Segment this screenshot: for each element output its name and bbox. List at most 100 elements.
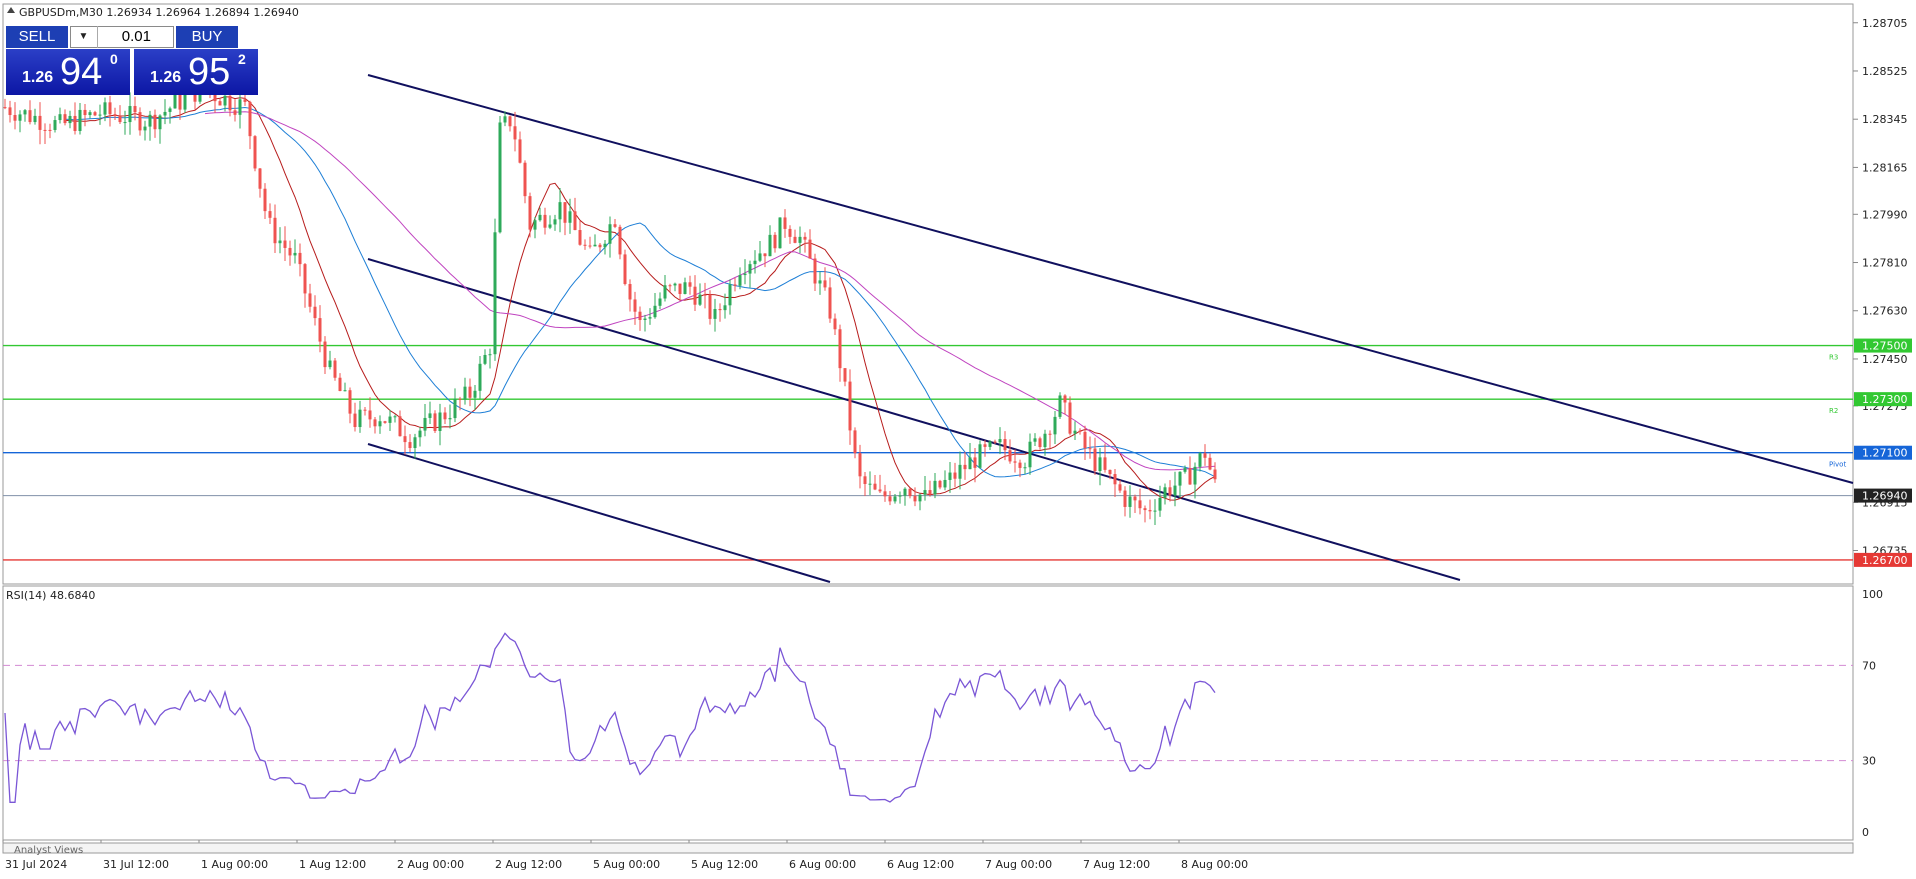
- candle-body: [363, 409, 367, 411]
- candle-body: [313, 306, 317, 319]
- one-click-trading-panel: SELL 0.01 ▼ BUY 1.26 94 0 1.26 95 2: [6, 26, 258, 98]
- candle-body: [1038, 438, 1042, 448]
- candle-body: [48, 129, 52, 131]
- candle-body: [848, 381, 852, 431]
- candle-body: [698, 294, 702, 305]
- candle-body: [373, 419, 377, 427]
- buy-price-sup: 2: [238, 51, 246, 67]
- buy-button[interactable]: BUY: [176, 26, 238, 48]
- candle-body: [83, 109, 87, 116]
- candle-body: [103, 102, 107, 115]
- candle-body: [153, 114, 157, 130]
- candle-body: [1013, 461, 1017, 463]
- analyst-views-label: Analyst Views: [14, 845, 83, 856]
- candle-body: [1058, 395, 1062, 417]
- candle-body: [738, 275, 742, 286]
- candle-body: [238, 99, 242, 115]
- candle-body: [243, 99, 247, 102]
- level-small-label: R3: [1829, 354, 1838, 362]
- candle-body: [993, 441, 997, 443]
- candle-body: [1018, 462, 1022, 468]
- candle-body: [323, 341, 327, 368]
- candle-body: [933, 480, 937, 495]
- candle-body: [78, 109, 82, 132]
- candle-body: [298, 252, 302, 265]
- candle-body: [568, 211, 572, 223]
- sell-button[interactable]: SELL: [6, 26, 68, 48]
- candle-body: [1043, 433, 1047, 448]
- candle-body: [878, 489, 882, 492]
- candle-body: [818, 280, 822, 284]
- time-label: 7 Aug 00:00: [985, 858, 1052, 871]
- channel-line[interactable]: [367, 258, 1461, 581]
- sell-price[interactable]: 1.26 94 0: [6, 49, 130, 95]
- candle-body: [958, 464, 962, 479]
- candle-body: [1128, 496, 1132, 507]
- chart-area[interactable]: R3 R2 Pivot 100 70 30 0 1.28705 1.28525 1.28345…: [0, 0, 1916, 874]
- channel-line[interactable]: [367, 443, 831, 583]
- candle-body: [318, 318, 322, 342]
- candle-body: [873, 483, 877, 490]
- candle-body: [883, 491, 887, 497]
- candle-body: [423, 417, 427, 431]
- candle-body: [278, 240, 282, 244]
- candle-body: [1168, 487, 1172, 496]
- candle-body: [448, 418, 452, 420]
- candle-body: [253, 136, 257, 169]
- price-tick-label: 1.28705: [1862, 17, 1908, 30]
- candle-body: [728, 284, 732, 306]
- candle-body: [368, 410, 372, 420]
- candle-body: [638, 311, 642, 320]
- candle-body: [433, 413, 437, 432]
- candle-body: [1138, 500, 1142, 509]
- candle-body: [808, 239, 812, 259]
- candle-body: [943, 479, 947, 488]
- candle-body: [88, 112, 92, 116]
- chevron-down-icon[interactable]: ▼: [70, 26, 98, 48]
- candle-body: [1153, 510, 1157, 512]
- current-price-label: 1.26940: [1862, 490, 1908, 503]
- candle-body: [613, 224, 617, 227]
- rsi-panel-frame: [2, 585, 1854, 841]
- candle-body: [93, 112, 97, 116]
- candle-body: [58, 114, 62, 121]
- candle-body: [1033, 438, 1037, 442]
- time-label: 8 Aug 00:00: [1181, 858, 1248, 871]
- channel-line[interactable]: [367, 74, 1854, 484]
- candle-body: [538, 214, 542, 221]
- candle-body: [778, 217, 782, 249]
- candle-body: [458, 398, 462, 400]
- candle-body: [168, 108, 172, 112]
- candle-body: [938, 480, 942, 488]
- analyst-views-tab[interactable]: [2, 842, 1854, 854]
- candle-body: [1178, 471, 1182, 486]
- rsi-title: RSI(14) 48.6840: [6, 589, 95, 602]
- candle-body: [413, 437, 417, 449]
- candle-body: [8, 107, 12, 116]
- candle-body: [438, 412, 442, 432]
- candle-body: [463, 386, 467, 400]
- candle-body: [648, 317, 652, 319]
- moving-average-line: [65, 96, 1216, 501]
- candle-body: [598, 244, 602, 248]
- candle-body: [453, 398, 457, 419]
- candle-body: [758, 253, 762, 261]
- candle-body: [378, 421, 382, 427]
- rsi-axis-label: 30: [1862, 755, 1876, 768]
- candle-body: [488, 354, 492, 356]
- candle-body: [753, 260, 757, 265]
- price-tick-label: 1.27630: [1862, 305, 1908, 318]
- candle-body: [303, 264, 307, 294]
- sell-price-sup: 0: [110, 51, 118, 67]
- candle-body: [783, 217, 787, 229]
- price-chart[interactable]: R3 R2 Pivot 100 70 30 0 1.28705 1.28525 1.28345…: [0, 0, 1916, 874]
- candle-body: [498, 122, 502, 233]
- candle-body: [608, 224, 612, 244]
- candle-body: [133, 106, 137, 113]
- buy-price[interactable]: 1.26 95 2: [134, 49, 258, 95]
- candle-body: [748, 264, 752, 274]
- buy-price-big: 95: [188, 51, 231, 93]
- candle-body: [108, 102, 112, 115]
- candle-body: [583, 244, 587, 246]
- candle-body: [263, 188, 267, 212]
